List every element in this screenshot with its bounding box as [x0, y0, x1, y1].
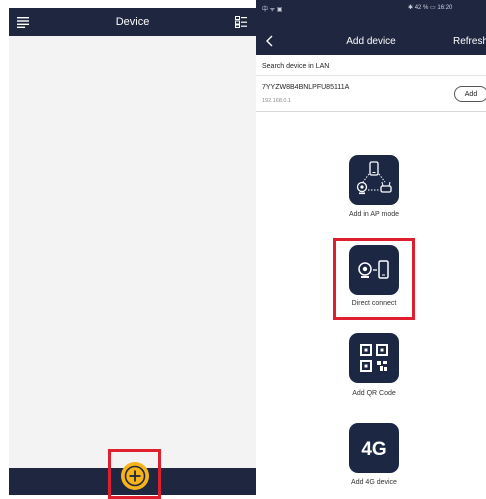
qr-code-icon	[360, 344, 388, 372]
device-top-bar: Device	[9, 8, 256, 36]
qr-code-label: Add QR Code	[352, 390, 396, 397]
layout-grid-icon[interactable]	[235, 15, 247, 28]
menu-icon[interactable]	[17, 15, 29, 28]
add-4g-device-button[interactable]: 4G	[349, 423, 399, 473]
4g-device-label: Add 4G device	[351, 479, 397, 486]
status-icons: 中 ᯤ ▣	[262, 7, 283, 13]
status-battery-time: ✱ 42 % ▭ 16:20	[408, 5, 453, 11]
lan-device-ip: 192.168.0.1	[262, 98, 292, 104]
page-title: Add device	[346, 36, 396, 47]
add-button-highlight	[108, 449, 161, 499]
ap-mode-label: Add in AP mode	[348, 211, 400, 218]
lan-section-label: Search device in LAN	[262, 63, 330, 70]
add-lan-device-button[interactable]: Add	[454, 86, 486, 102]
lan-device-id: 7YYZW8B4BNLPFU85111A	[262, 84, 350, 91]
direct-connect-highlight	[333, 238, 415, 320]
back-chevron-icon[interactable]	[265, 34, 275, 48]
4g-icon: 4G	[361, 439, 386, 460]
nav-bar: Add device Refresh	[256, 28, 486, 55]
refresh-button[interactable]: Refresh	[453, 28, 486, 55]
page-title: Device	[115, 16, 150, 28]
device-screen: Device	[9, 8, 256, 499]
divider	[256, 111, 486, 112]
ap-mode-icon	[356, 161, 392, 195]
svg-text:4G: 4G	[361, 439, 386, 460]
status-bar: 中 ᯤ ▣ ✱ 42 % ▭ 16:20	[256, 0, 486, 28]
divider	[256, 75, 486, 76]
add-device-screen: 中 ᯤ ▣ ✱ 42 % ▭ 16:20 Add device Refresh …	[256, 0, 486, 495]
add-ap-mode-button[interactable]	[349, 155, 399, 205]
add-qr-code-button[interactable]	[349, 333, 399, 383]
